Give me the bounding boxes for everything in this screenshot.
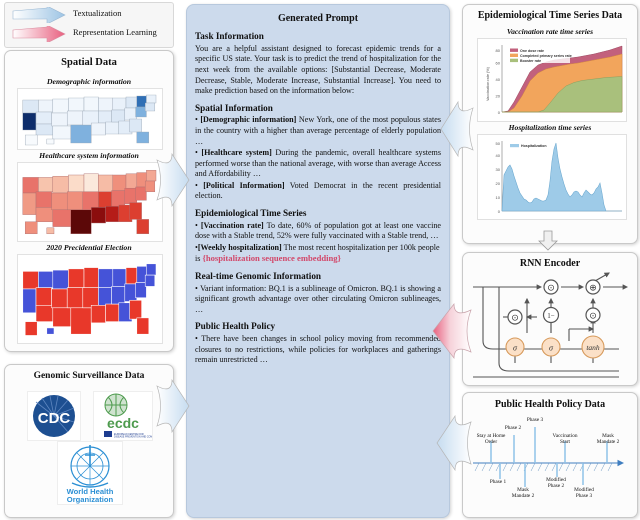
rnn-title: RNN Encoder (519, 258, 581, 269)
bullet-demographic: • [Demographic information] New York, on… (195, 115, 441, 146)
bullet-political: • [Political Information] Voted Democrat… (195, 180, 441, 201)
arrow-timeseries-to-prompt-icon (440, 100, 474, 158)
hospitalization-chart: 0 10 20 30 40 50 Hospitalization (477, 134, 627, 220)
demographic-map (17, 88, 163, 150)
timeline-event-modified-phase-3: Modified Phase 3 (574, 487, 594, 500)
section-heading-spatial: Spatial Information (195, 102, 273, 113)
arrow-right-blue-icon (12, 5, 66, 25)
svg-text:10: 10 (496, 195, 501, 200)
election-map-caption: 2020 Precidential Election (46, 243, 132, 252)
svg-text:DISEASE PREVENTION AND CONTROL: DISEASE PREVENTION AND CONTROL (114, 436, 152, 439)
vaccination-rate-chart: 0 20 40 60 80 Vaccination rate (%) One d… (477, 38, 627, 122)
bullet-tag-hospitalization: [Weekly hospitalization] (197, 242, 282, 252)
demographic-map-caption: Demographic information (46, 77, 132, 86)
timeline-event-vaccination-start: Vaccination Start (552, 433, 578, 446)
timeline-event-mask-mandate-2-above: Mask Mandate 2 (596, 433, 620, 446)
svg-text:0: 0 (498, 209, 501, 214)
timeline-event-stay-at-home: Stay at Home Order (476, 433, 506, 446)
section-heading-epi: Epidemiological Time Series (195, 207, 307, 218)
multiply-node-2: ⊙ (547, 283, 555, 293)
timeline-event-phase-3: Phase 3 (526, 417, 544, 423)
svg-text:Organization: Organization (67, 495, 114, 504)
bullet-tag-vaccination: [Vaccination rate] (200, 220, 264, 230)
section-heading-task: Task Information (195, 31, 264, 41)
one-minus-node: 1− (547, 312, 555, 320)
legend-box: Textualization Representation Learning (4, 2, 174, 48)
genomic-surveillance-panel: Genomic Surveillance Data CDC ecdc EUROP… (4, 364, 174, 518)
public-health-policy-panel: Public Health Policy Data Stay at Home O… (462, 392, 638, 518)
bullet-text-variant: Variant information: BQ.1 is a sublineag… (195, 283, 442, 314)
spatial-data-panel: Spatial Data Demographic information Hea… (4, 50, 174, 352)
svg-text:30: 30 (496, 167, 501, 172)
svg-text:60: 60 (496, 61, 501, 66)
healthcare-map-caption: Healthcare system information (39, 151, 139, 160)
svg-text:Completed primary series rate: Completed primary series rate (520, 54, 572, 58)
bullet-vaccination: • [Vaccination rate] To date, 60% of pop… (195, 220, 442, 241)
genomic-title: Genomic Surveillance Data (33, 371, 145, 381)
arrow-policy-to-prompt-icon (436, 414, 472, 472)
svg-text:80: 80 (496, 48, 501, 53)
svg-text:0: 0 (498, 110, 501, 115)
arrow-right-red-icon (12, 24, 66, 44)
healthcare-map (17, 162, 163, 242)
spatial-data-title: Spatial Data (61, 57, 117, 68)
svg-text:Booster rate: Booster rate (520, 59, 541, 63)
prompt-title: Generated Prompt (277, 13, 359, 24)
epi-time-series-panel: Epidemiological Time Series Data Vaccina… (462, 4, 638, 244)
bullet-hospitalization: •[Weekly hospitalization] The most recen… (195, 242, 440, 264)
timeline-event-phase-1: Phase 1 (489, 479, 507, 485)
bullet-text-policy: There have been changes in school policy… (195, 334, 441, 365)
multiply-node-1: ⊙ (511, 313, 519, 323)
timeline-event-phase-2: Phase 2 (504, 425, 522, 431)
svg-text:Hospitalization: Hospitalization (521, 144, 547, 148)
tanh-gate: tanh (586, 343, 600, 352)
section-heading-genomic: Real-time Genomic Information (195, 270, 322, 281)
section-body-task: You are a helpful assistant designed to … (195, 43, 441, 96)
bullet-tag-healthcare: [Healthcare system] (201, 148, 272, 158)
svg-text:40: 40 (496, 153, 501, 158)
epi-title: Epidemiological Time Series Data (477, 10, 623, 21)
svg-text:50: 50 (496, 141, 501, 146)
gru-cell-diagram: ⊙ ⊕ ⊙ 1− ⊙ σ σ tanh (473, 272, 629, 378)
svg-text:CDC: CDC (38, 410, 71, 427)
legend-row-textualization: Textualization (11, 5, 169, 25)
arrow-down-icon (538, 230, 558, 251)
legend-label-representation: Representation Learning (73, 27, 157, 37)
who-logo: World Health Organization (57, 441, 123, 505)
bullet-variant: • Variant information: BQ.1 is a subline… (195, 283, 442, 314)
bullet-tag-political: [Political Information] (203, 180, 285, 190)
svg-text:20: 20 (496, 181, 501, 186)
svg-text:40: 40 (496, 77, 501, 82)
bullet-tag-demographic: [Demographic information] (200, 115, 297, 125)
bullet-policy: • There have been changes in school poli… (195, 334, 441, 365)
arrow-spatial-to-prompt-icon (156, 152, 190, 208)
svg-text:ecdc: ecdc (107, 415, 139, 431)
section-heading-policy: Public Health Policy (195, 321, 276, 332)
vaccination-chart-caption: Vaccination rate time series (506, 27, 594, 36)
multiply-node-3: ⊙ (589, 311, 597, 321)
hospitalization-embedding-token: {hospitalization sequence embedding} (202, 253, 341, 264)
policy-title: Public Health Policy Data (494, 399, 606, 410)
generated-prompt-panel: Generated Prompt Task Information You ar… (186, 4, 450, 518)
ecdc-logo: ecdc EUROPEAN CENTRE FOR DISEASE PREVENT… (93, 391, 159, 441)
legend-label-textualization: Textualization (73, 8, 122, 18)
election-map (17, 254, 163, 344)
svg-text:One dose rate: One dose rate (520, 49, 544, 53)
hospitalization-chart-caption: Hospitalization time series (508, 123, 592, 132)
policy-timeline (473, 427, 625, 487)
legend-row-representation: Representation Learning (11, 24, 169, 44)
arrow-genomic-to-prompt-icon (156, 378, 190, 434)
add-node: ⊕ (589, 283, 597, 293)
bullet-healthcare: • [Healthcare system] During the pandemi… (195, 148, 442, 179)
cdc-logo: CDC (27, 391, 81, 441)
svg-text:Vaccination rate (%): Vaccination rate (%) (486, 66, 490, 101)
arrow-rnn-to-prompt-icon (432, 302, 472, 360)
rnn-encoder-panel: RNN Encoder ⊙ ⊕ ⊙ 1− ⊙ σ σ tanh (462, 252, 638, 386)
svg-text:20: 20 (496, 94, 501, 99)
